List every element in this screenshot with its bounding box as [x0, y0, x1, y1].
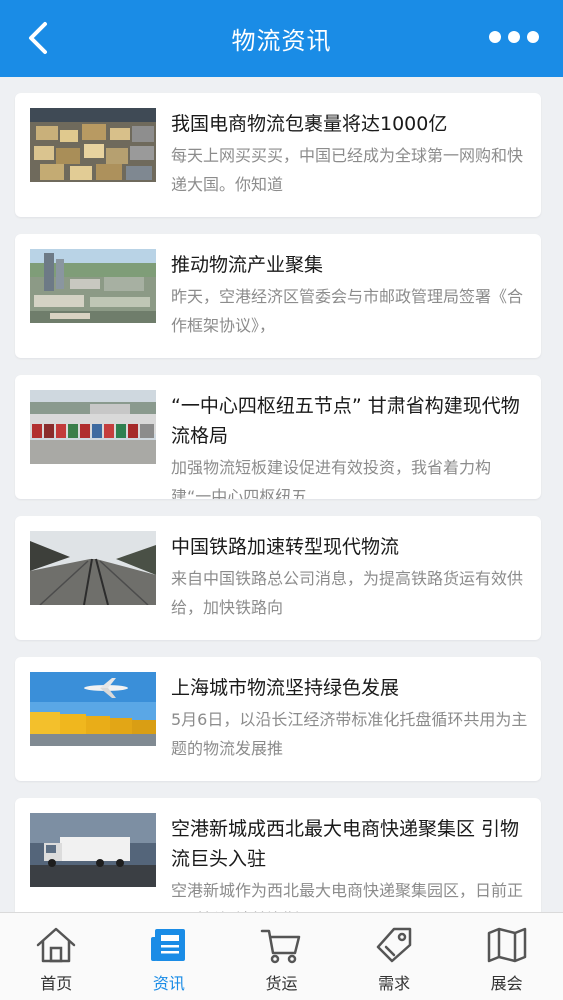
news-item-text: 推动物流产业聚集 昨天，空港经济区管委会与市邮政管理局签署《合作框架协议》， [171, 250, 529, 358]
news-item-text: 空港新城成西北最大电商快递聚集区 引物流巨头入驻 空港新城作为西北最大电商快递聚… [171, 814, 529, 912]
news-item[interactable]: “一中心四枢纽五节点” 甘肃省构建现代物流格局 加强物流短板建设促进有效投资，我… [15, 375, 541, 499]
home-icon [34, 925, 78, 965]
bottom-tab-bar: 首页 资讯 货运 需求 展会 [0, 912, 563, 1000]
tab-label: 资讯 [152, 974, 185, 993]
tab-home[interactable]: 首页 [0, 913, 113, 1000]
tab-demand[interactable]: 需求 [338, 913, 451, 1000]
more-dots-icon [527, 31, 539, 43]
news-summary: 每天上网买买买，中国已经成为全球第一网购和快递大国。你知道 [171, 146, 524, 194]
news-item[interactable]: 推动物流产业聚集 昨天，空港经济区管委会与市邮政管理局签署《合作框架协议》， [15, 234, 541, 358]
news-summary: 空港新城作为西北最大电商快递聚集园区，日前正吸引新加坡普洛斯 [171, 881, 524, 912]
tab-freight[interactable]: 货运 [225, 913, 338, 1000]
news-title: 推动物流产业聚集 [171, 254, 324, 276]
more-dots-icon [508, 31, 520, 43]
tab-exhibition[interactable]: 展会 [450, 913, 563, 1000]
news-title: 我国电商物流包裹量将达1000亿 [171, 113, 448, 135]
tab-label: 货运 [265, 974, 298, 993]
news-summary: 加强物流短板建设促进有效投资，我省着力构建“一中心四枢纽五 [171, 458, 492, 499]
news-item-text: 中国铁路加速转型现代物流 来自中国铁路总公司消息，为提高铁路货运有效供给，加快铁… [171, 532, 529, 640]
more-dots-icon [489, 31, 501, 43]
truck-highway-photo [30, 813, 156, 887]
news-title: 空港新城成西北最大电商快递聚集区 引物流巨头入驻 [171, 818, 520, 870]
chevron-left-icon [29, 22, 47, 54]
news-summary: 5月6日，以沿长江经济带标准化托盘循环共用为主题的物流发展推 [171, 710, 528, 758]
map-icon [485, 925, 529, 965]
more-button[interactable] [489, 22, 539, 52]
news-item-text: 上海城市物流坚持绿色发展 5月6日，以沿长江经济带标准化托盘循环共用为主题的物流… [171, 673, 529, 781]
news-item[interactable]: 空港新城成西北最大电商快递聚集区 引物流巨头入驻 空港新城作为西北最大电商快递聚… [15, 798, 541, 912]
tab-label: 展会 [490, 974, 523, 993]
news-summary: 昨天，空港经济区管委会与市邮政管理局签署《合作框架协议》， [171, 287, 524, 335]
news-item-text: “一中心四枢纽五节点” 甘肃省构建现代物流格局 加强物流短板建设促进有效投资，我… [171, 391, 529, 499]
city-aerial-photo [30, 249, 156, 323]
news-item[interactable]: 中国铁路加速转型现代物流 来自中国铁路总公司消息，为提高铁路货运有效供给，加快铁… [15, 516, 541, 640]
tab-label: 首页 [40, 974, 73, 993]
app-screen: 物流资讯 我国电商物流包裹量将达1000亿 每天上网买买买，中国已经成为全球第一… [0, 0, 563, 1000]
airplane-trucks-photo [30, 672, 156, 746]
news-title: 上海城市物流坚持绿色发展 [171, 677, 400, 699]
news-summary: 来自中国铁路总公司消息，为提高铁路货运有效供给，加快铁路向 [171, 569, 524, 617]
railway-photo [30, 531, 156, 605]
parcels-photo [30, 108, 156, 182]
news-item[interactable]: 上海城市物流坚持绿色发展 5月6日，以沿长江经济带标准化托盘循环共用为主题的物流… [15, 657, 541, 781]
tag-icon [372, 925, 416, 965]
cart-icon [259, 925, 303, 965]
news-list[interactable]: 我国电商物流包裹量将达1000亿 每天上网买买买，中国已经成为全球第一网购和快递… [0, 77, 563, 912]
tab-news[interactable]: 资讯 [113, 913, 226, 1000]
app-header: 物流资讯 [0, 0, 563, 77]
news-title: 中国铁路加速转型现代物流 [171, 536, 400, 558]
page-title: 物流资讯 [231, 27, 332, 55]
tab-label: 需求 [378, 974, 411, 993]
back-button[interactable] [20, 18, 56, 58]
news-item[interactable]: 我国电商物流包裹量将达1000亿 每天上网买买买，中国已经成为全球第一网购和快递… [15, 93, 541, 217]
news-title: “一中心四枢纽五节点” 甘肃省构建现代物流格局 [171, 395, 520, 447]
news-item-text: 我国电商物流包裹量将达1000亿 每天上网买买买，中国已经成为全球第一网购和快递… [171, 109, 529, 217]
news-icon [147, 925, 191, 965]
truck-yard-photo [30, 390, 156, 464]
